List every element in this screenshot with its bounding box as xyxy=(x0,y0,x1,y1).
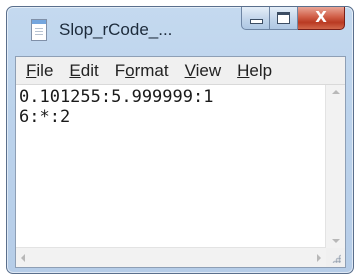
vertical-scrollbar[interactable] xyxy=(325,85,345,248)
horizontal-scrollbar[interactable] xyxy=(16,247,326,267)
maximize-button[interactable] xyxy=(270,7,298,30)
title-bar[interactable]: Slop_rCode_... X xyxy=(7,7,353,55)
close-button[interactable]: X xyxy=(298,7,345,30)
scroll-down-arrow-icon[interactable] xyxy=(332,239,340,243)
client-area: File Edit Format View Help 0.101255:5.99… xyxy=(15,56,346,268)
scroll-right-arrow-icon[interactable] xyxy=(317,254,321,262)
menu-help[interactable]: Help xyxy=(230,61,279,81)
editor-line: 6:*:2 xyxy=(19,107,71,127)
menu-edit[interactable]: Edit xyxy=(62,61,105,81)
menu-file[interactable]: File xyxy=(19,61,60,81)
editor-line: 0.101255:5.999999:1 xyxy=(19,87,214,107)
notepad-window: Slop_rCode_... X File Edit Format View H… xyxy=(6,6,354,274)
size-grip[interactable] xyxy=(326,248,345,267)
text-editor[interactable]: 0.101255:5.999999:1 6:*:2 xyxy=(16,85,326,248)
menu-bar: File Edit Format View Help xyxy=(16,57,345,85)
scroll-left-arrow-icon[interactable] xyxy=(21,254,25,262)
window-title: Slop_rCode_... xyxy=(59,20,173,39)
maximize-icon xyxy=(277,12,290,24)
menu-view[interactable]: View xyxy=(178,61,229,81)
scroll-up-arrow-icon[interactable] xyxy=(332,90,340,94)
caption-buttons: X xyxy=(241,7,345,31)
notepad-document-icon[interactable] xyxy=(31,19,47,41)
minimize-button[interactable] xyxy=(241,7,270,30)
menu-format[interactable]: Format xyxy=(108,61,176,81)
close-icon: X xyxy=(315,8,327,26)
minimize-icon xyxy=(250,19,263,24)
size-grip-icon xyxy=(332,254,341,263)
